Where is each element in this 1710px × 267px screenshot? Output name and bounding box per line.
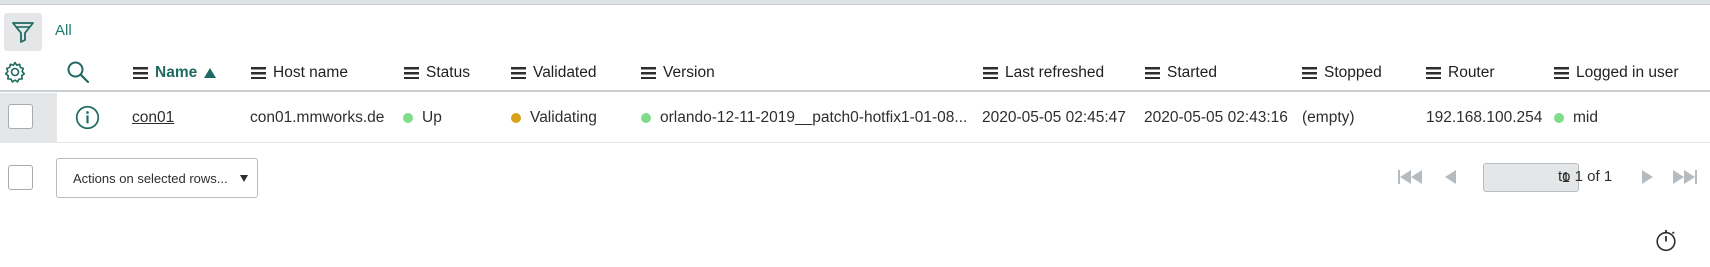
column-header-logged-in-user[interactable]: Logged in user [1554,64,1679,82]
column-menu-icon[interactable] [983,67,998,79]
cell-stopped: (empty) [1302,109,1355,126]
page-range-label: to 1 of 1 [1558,168,1613,185]
cell-last-refreshed: 2020-05-05 02:45:47 [982,109,1126,126]
column-menu-icon[interactable] [641,67,656,79]
column-header-router[interactable]: Router [1426,64,1495,82]
column-header-validated[interactable]: Validated [511,64,596,82]
column-header-stopped[interactable]: Stopped [1302,64,1382,82]
last-page-button[interactable] [1673,170,1697,184]
filter-toggle-button[interactable] [4,13,42,51]
column-header-host-name[interactable]: Host name [251,64,348,82]
last-page-icon [1673,170,1684,184]
table-row[interactable]: con01 con01.mmworks.de Up Validating orl… [0,93,1710,143]
column-header-name[interactable]: Name [133,64,217,82]
previous-page-icon [1445,170,1456,184]
sort-ascending-icon [204,68,217,78]
chevron-down-icon [240,175,248,182]
column-menu-icon[interactable] [1554,67,1569,79]
cell-host-name: con01.mmworks.de [250,109,385,126]
actions-on-selected-rows-select[interactable]: Actions on selected rows... [56,158,258,198]
cell-version: orlando-12-11-2019__patch0-hotfix1-01-08… [641,109,967,127]
column-header-row: Name Host name Status Validated Version … [0,58,1710,92]
record-link-name[interactable]: con01 [132,109,174,127]
column-menu-icon[interactable] [251,67,266,79]
status-dot-icon [1554,113,1564,123]
top-divider [0,0,1710,5]
first-page-button[interactable] [1398,170,1422,184]
previous-page-button[interactable] [1445,170,1456,184]
cell-logged-in-user: mid [1554,109,1598,127]
cell-router: 192.168.100.254 [1426,109,1543,126]
row-select-cell [0,93,57,143]
next-page-button[interactable] [1642,170,1653,184]
cell-name[interactable]: con01 [132,109,174,127]
status-dot-icon [403,113,413,123]
column-header-version[interactable]: Version [641,64,715,82]
row-select-checkbox[interactable] [8,104,33,129]
column-menu-icon[interactable] [1426,67,1441,79]
cell-validated: Validating [511,109,597,127]
info-icon[interactable] [75,105,100,130]
status-dot-icon [511,113,521,123]
filter-icon [12,22,34,43]
stopwatch-icon[interactable] [1654,228,1678,252]
cell-started: 2020-05-05 02:43:16 [1144,109,1288,126]
select-all-checkbox[interactable] [8,165,33,190]
column-menu-icon[interactable] [1302,67,1317,79]
column-menu-icon[interactable] [133,67,148,79]
status-dot-icon [641,113,651,123]
cell-status: Up [403,109,442,127]
column-menu-icon[interactable] [511,67,526,79]
column-menu-icon[interactable] [404,67,419,79]
column-menu-icon[interactable] [1145,67,1160,79]
column-header-last-refreshed[interactable]: Last refreshed [983,64,1104,82]
column-header-status[interactable]: Status [404,64,470,82]
breadcrumb-all[interactable]: All [55,22,72,39]
next-page-icon [1642,170,1653,184]
column-header-started[interactable]: Started [1145,64,1217,82]
